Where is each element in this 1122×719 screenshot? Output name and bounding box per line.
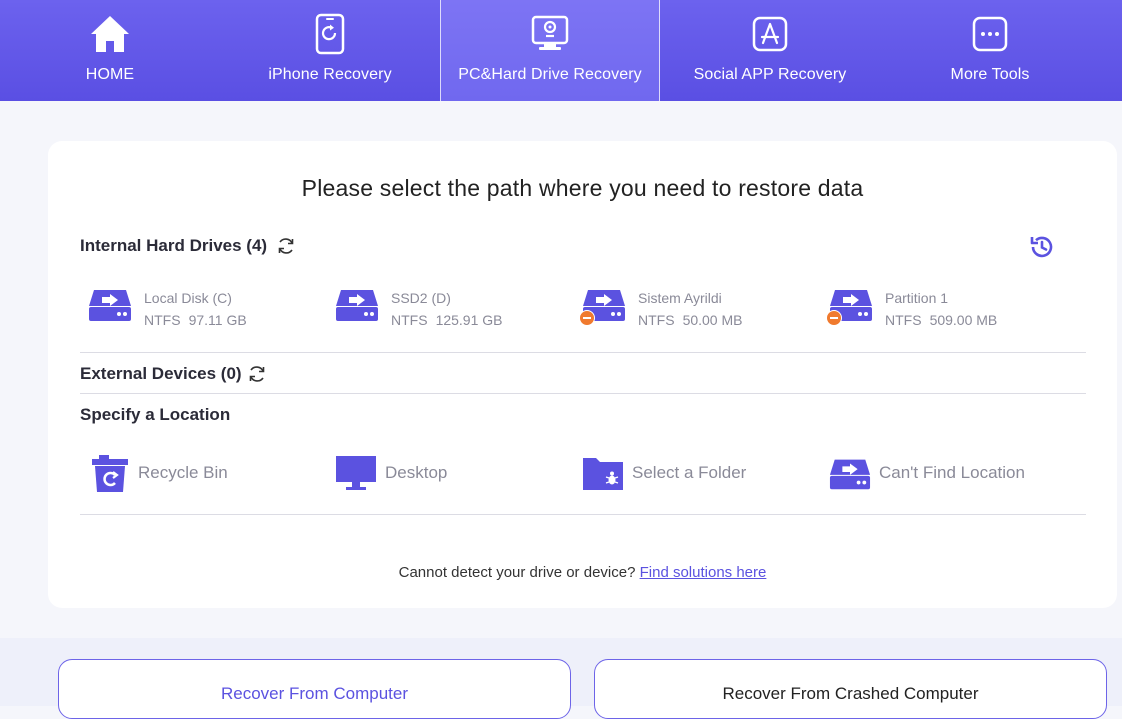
- drive-size: 509.00 MB: [929, 312, 998, 328]
- recycle-bin-icon: [88, 453, 130, 493]
- top-navigation: HOME iPhone Recovery PC&Hard Drive Recov…: [0, 0, 1122, 101]
- hard-drive-recovery-icon: [528, 12, 572, 56]
- tab-iphone-recovery[interactable]: iPhone Recovery: [220, 0, 440, 101]
- drive-filesystem: NTFS: [144, 312, 181, 328]
- tab-social-app-recovery[interactable]: Social APP Recovery: [660, 0, 880, 101]
- location-label: Recycle Bin: [138, 463, 228, 482]
- desktop-icon: [335, 453, 377, 493]
- refresh-external-icon[interactable]: [247, 364, 267, 384]
- location-label: Select a Folder: [632, 463, 747, 482]
- drive-name: Partition 1: [885, 290, 949, 306]
- drive-name: Sistem Ayrildi: [638, 290, 722, 306]
- drive-icon: [335, 286, 381, 328]
- tab-more-tools[interactable]: More Tools: [880, 0, 1100, 101]
- divider: [80, 393, 1086, 394]
- refresh-internal-icon[interactable]: [276, 236, 296, 256]
- drive-partition-1[interactable]: Partition 1 NTFS 509.00 MB: [826, 286, 998, 336]
- location-recycle-bin[interactable]: Recycle Bin: [88, 453, 228, 493]
- external-devices-heading: External Devices (0): [80, 364, 267, 384]
- divider: [80, 514, 1086, 515]
- tab-pc-hard-drive-recovery-label: PC&Hard Drive Recovery: [458, 66, 642, 83]
- location-select-folder[interactable]: Select a Folder: [582, 453, 746, 493]
- drive-filesystem: NTFS: [391, 312, 428, 328]
- internal-drives-heading-text: Internal Hard Drives (4): [80, 236, 268, 255]
- drive-sistem-ayrildi[interactable]: Sistem Ayrildi NTFS 50.00 MB: [579, 286, 743, 336]
- tab-home-label: HOME: [85, 66, 135, 83]
- drive-icon: [826, 286, 875, 328]
- divider: [80, 352, 1086, 353]
- tab-pc-hard-drive-recovery[interactable]: PC&Hard Drive Recovery: [440, 0, 660, 101]
- detect-help-note: Cannot detect your drive or device? Find…: [48, 564, 1117, 581]
- folder-icon: [582, 453, 624, 493]
- drive-name: SSD2 (D): [391, 290, 451, 306]
- tab-home[interactable]: HOME: [0, 0, 220, 101]
- drive-size: 125.91 GB: [435, 312, 503, 328]
- drive-filesystem: NTFS: [885, 312, 922, 328]
- more-tools-icon: [968, 12, 1012, 56]
- iphone-recovery-icon: [308, 12, 352, 56]
- history-icon[interactable]: [1029, 234, 1055, 260]
- detect-help-text: Cannot detect your drive or device?: [398, 564, 636, 581]
- recover-from-computer-button[interactable]: Recover From Computer: [58, 659, 571, 719]
- home-icon: [88, 12, 132, 56]
- drive-icon: [829, 453, 871, 493]
- warning-minus-icon: [579, 310, 595, 326]
- specify-location-heading: Specify a Location: [80, 405, 231, 424]
- location-cant-find[interactable]: Can't Find Location: [829, 453, 1025, 493]
- app-store-icon: [748, 12, 792, 56]
- warning-minus-icon: [826, 310, 842, 326]
- drive-icon: [579, 286, 628, 328]
- drive-size: 97.11 GB: [188, 312, 247, 328]
- tab-social-app-recovery-label: Social APP Recovery: [693, 66, 847, 83]
- location-desktop[interactable]: Desktop: [335, 453, 447, 493]
- internal-drive-list: Local Disk (C) NTFS 97.11 GB SSD2 (D) NTF…: [88, 286, 1088, 336]
- tab-more-tools-label: More Tools: [950, 66, 1030, 83]
- drive-local-disk-c[interactable]: Local Disk (C) NTFS 97.11 GB: [88, 286, 247, 336]
- drive-name: Local Disk (C): [144, 290, 232, 306]
- find-solutions-link[interactable]: Find solutions here: [640, 564, 767, 581]
- internal-drives-heading: Internal Hard Drives (4): [80, 236, 296, 256]
- drive-ssd2-d[interactable]: SSD2 (D) NTFS 125.91 GB: [335, 286, 503, 336]
- page-title: Please select the path where you need to…: [301, 175, 864, 201]
- location-label: Can't Find Location: [879, 463, 1025, 482]
- drive-size: 50.00 MB: [682, 312, 743, 328]
- location-label: Desktop: [385, 463, 448, 482]
- drive-filesystem: NTFS: [638, 312, 675, 328]
- external-devices-heading-text: External Devices (0): [80, 364, 242, 383]
- path-selection-card: Please select the path where you need to…: [48, 141, 1117, 608]
- recover-from-crashed-computer-button[interactable]: Recover From Crashed Computer: [594, 659, 1107, 719]
- drive-icon: [88, 286, 134, 328]
- tab-iphone-recovery-label: iPhone Recovery: [268, 66, 392, 83]
